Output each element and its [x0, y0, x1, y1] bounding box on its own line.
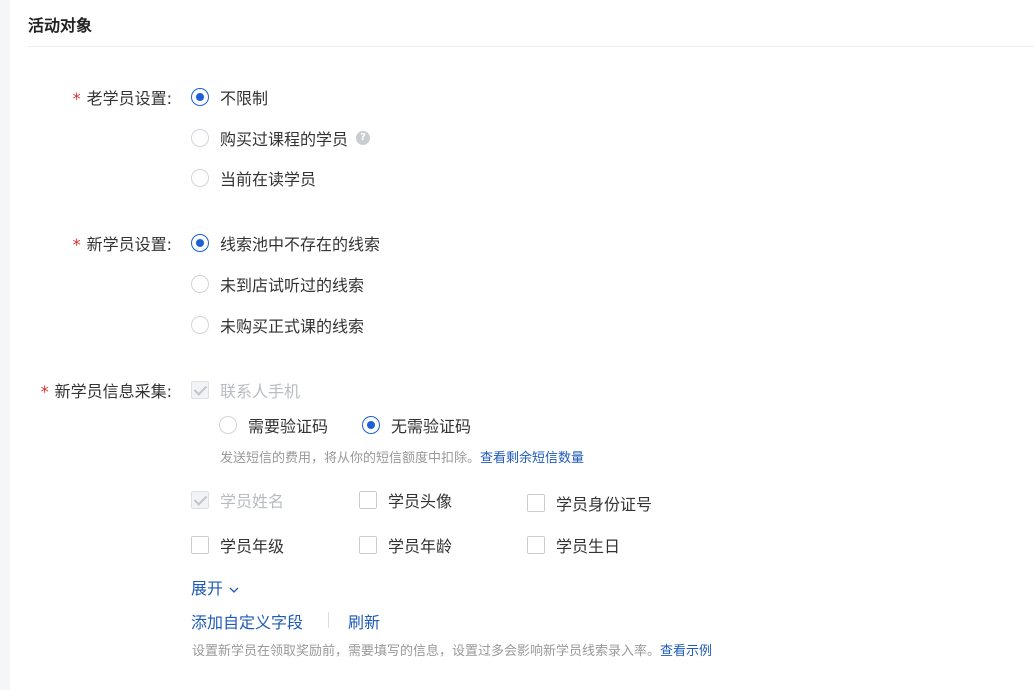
radio-label: 未购买正式课的线索: [220, 317, 365, 336]
question-circle-icon[interactable]: ?: [356, 131, 371, 145]
activity-target-panel: 活动对象 * 老学员设置: 不限制 购买过课程的学员 ? 当前在读学员 * 新学员设…: [10, 0, 1034, 690]
checkbox-student-grade[interactable]: 学员年级: [191, 533, 284, 557]
chevron-down-icon: [229, 587, 239, 593]
radio-new-no-trial[interactable]: 未到店试听过的线索: [191, 272, 364, 296]
checkbox-contact-phone: 联系人手机: [191, 378, 300, 402]
required-mark: *: [72, 89, 81, 108]
bottom-hint: 设置新学员在领取奖励前，需要填写的信息，设置过多会影响新学员线索录入率。查看示例: [192, 644, 713, 659]
section-divider: [28, 46, 1034, 47]
checkbox-indicator[interactable]: [359, 491, 377, 509]
checkbox-indicator[interactable]: [191, 536, 209, 554]
section-title: 活动对象: [28, 16, 93, 35]
info-collect-label: * 新学员信息采集:: [40, 382, 172, 401]
link-separator: [328, 612, 329, 628]
radio-label: 购买过课程的学员: [220, 130, 349, 149]
checkbox-label: 学员头像: [388, 492, 453, 511]
checkbox-label: 学员身份证号: [556, 495, 653, 514]
checkbox-student-avatar[interactable]: 学员头像: [359, 488, 452, 512]
radio-indicator[interactable]: [191, 88, 209, 106]
checkbox-indicator[interactable]: [359, 536, 377, 554]
checkbox-label: 学员年龄: [388, 537, 453, 556]
radio-old-current[interactable]: 当前在读学员: [191, 166, 316, 190]
radio-indicator[interactable]: [191, 234, 209, 252]
radio-indicator[interactable]: [219, 416, 237, 434]
checkbox-label: 学员生日: [556, 537, 621, 556]
radio-indicator[interactable]: [362, 416, 380, 434]
radio-old-unlimited[interactable]: 不限制: [191, 85, 268, 109]
radio-old-purchased[interactable]: 购买过课程的学员 ?: [191, 126, 371, 150]
checkbox-label: 联系人手机: [220, 382, 301, 401]
checkbox-student-birthday[interactable]: 学员生日: [527, 533, 620, 557]
old-students-label: * 老学员设置:: [72, 89, 172, 108]
refresh-link[interactable]: 刷新: [348, 609, 380, 633]
radio-indicator[interactable]: [191, 129, 209, 147]
radio-new-no-formal[interactable]: 未购买正式课的线索: [191, 313, 364, 337]
view-example-link[interactable]: 查看示例: [660, 644, 712, 659]
checkbox-indicator: [191, 381, 209, 399]
radio-new-not-in-pool[interactable]: 线索池中不存在的线索: [191, 231, 380, 255]
sms-hint: 发送短信的费用，将从你的短信额度中扣除。查看剩余短信数量: [220, 451, 585, 466]
add-custom-field-link[interactable]: 添加自定义字段: [191, 609, 303, 633]
radio-label: 未到店试听过的线索: [220, 276, 365, 295]
radio-label: 需要验证码: [248, 417, 329, 436]
radio-indicator[interactable]: [191, 316, 209, 334]
checkbox-indicator: [191, 491, 209, 509]
checkbox-student-age[interactable]: 学员年龄: [359, 533, 452, 557]
radio-need-code[interactable]: 需要验证码: [219, 413, 328, 437]
radio-indicator[interactable]: [191, 169, 209, 187]
radio-indicator[interactable]: [191, 275, 209, 293]
new-students-label: * 新学员设置:: [72, 235, 172, 254]
checkbox-student-name: 学员姓名: [191, 488, 284, 512]
radio-label: 不限制: [220, 89, 269, 108]
checkbox-student-id-number[interactable]: 学员身份证号: [527, 491, 652, 515]
required-mark: *: [40, 382, 49, 401]
radio-label: 无需验证码: [391, 417, 472, 436]
expand-button[interactable]: 展开: [191, 575, 239, 599]
checkbox-label: 学员年级: [220, 537, 285, 556]
required-mark: *: [72, 235, 81, 254]
checkbox-indicator[interactable]: [527, 494, 545, 512]
checkbox-label: 学员姓名: [220, 492, 285, 511]
checkbox-indicator[interactable]: [527, 536, 545, 554]
sms-balance-link[interactable]: 查看剩余短信数量: [480, 451, 584, 466]
radio-label: 线索池中不存在的线索: [220, 235, 381, 254]
radio-label: 当前在读学员: [220, 170, 317, 189]
radio-no-code[interactable]: 无需验证码: [362, 413, 471, 437]
